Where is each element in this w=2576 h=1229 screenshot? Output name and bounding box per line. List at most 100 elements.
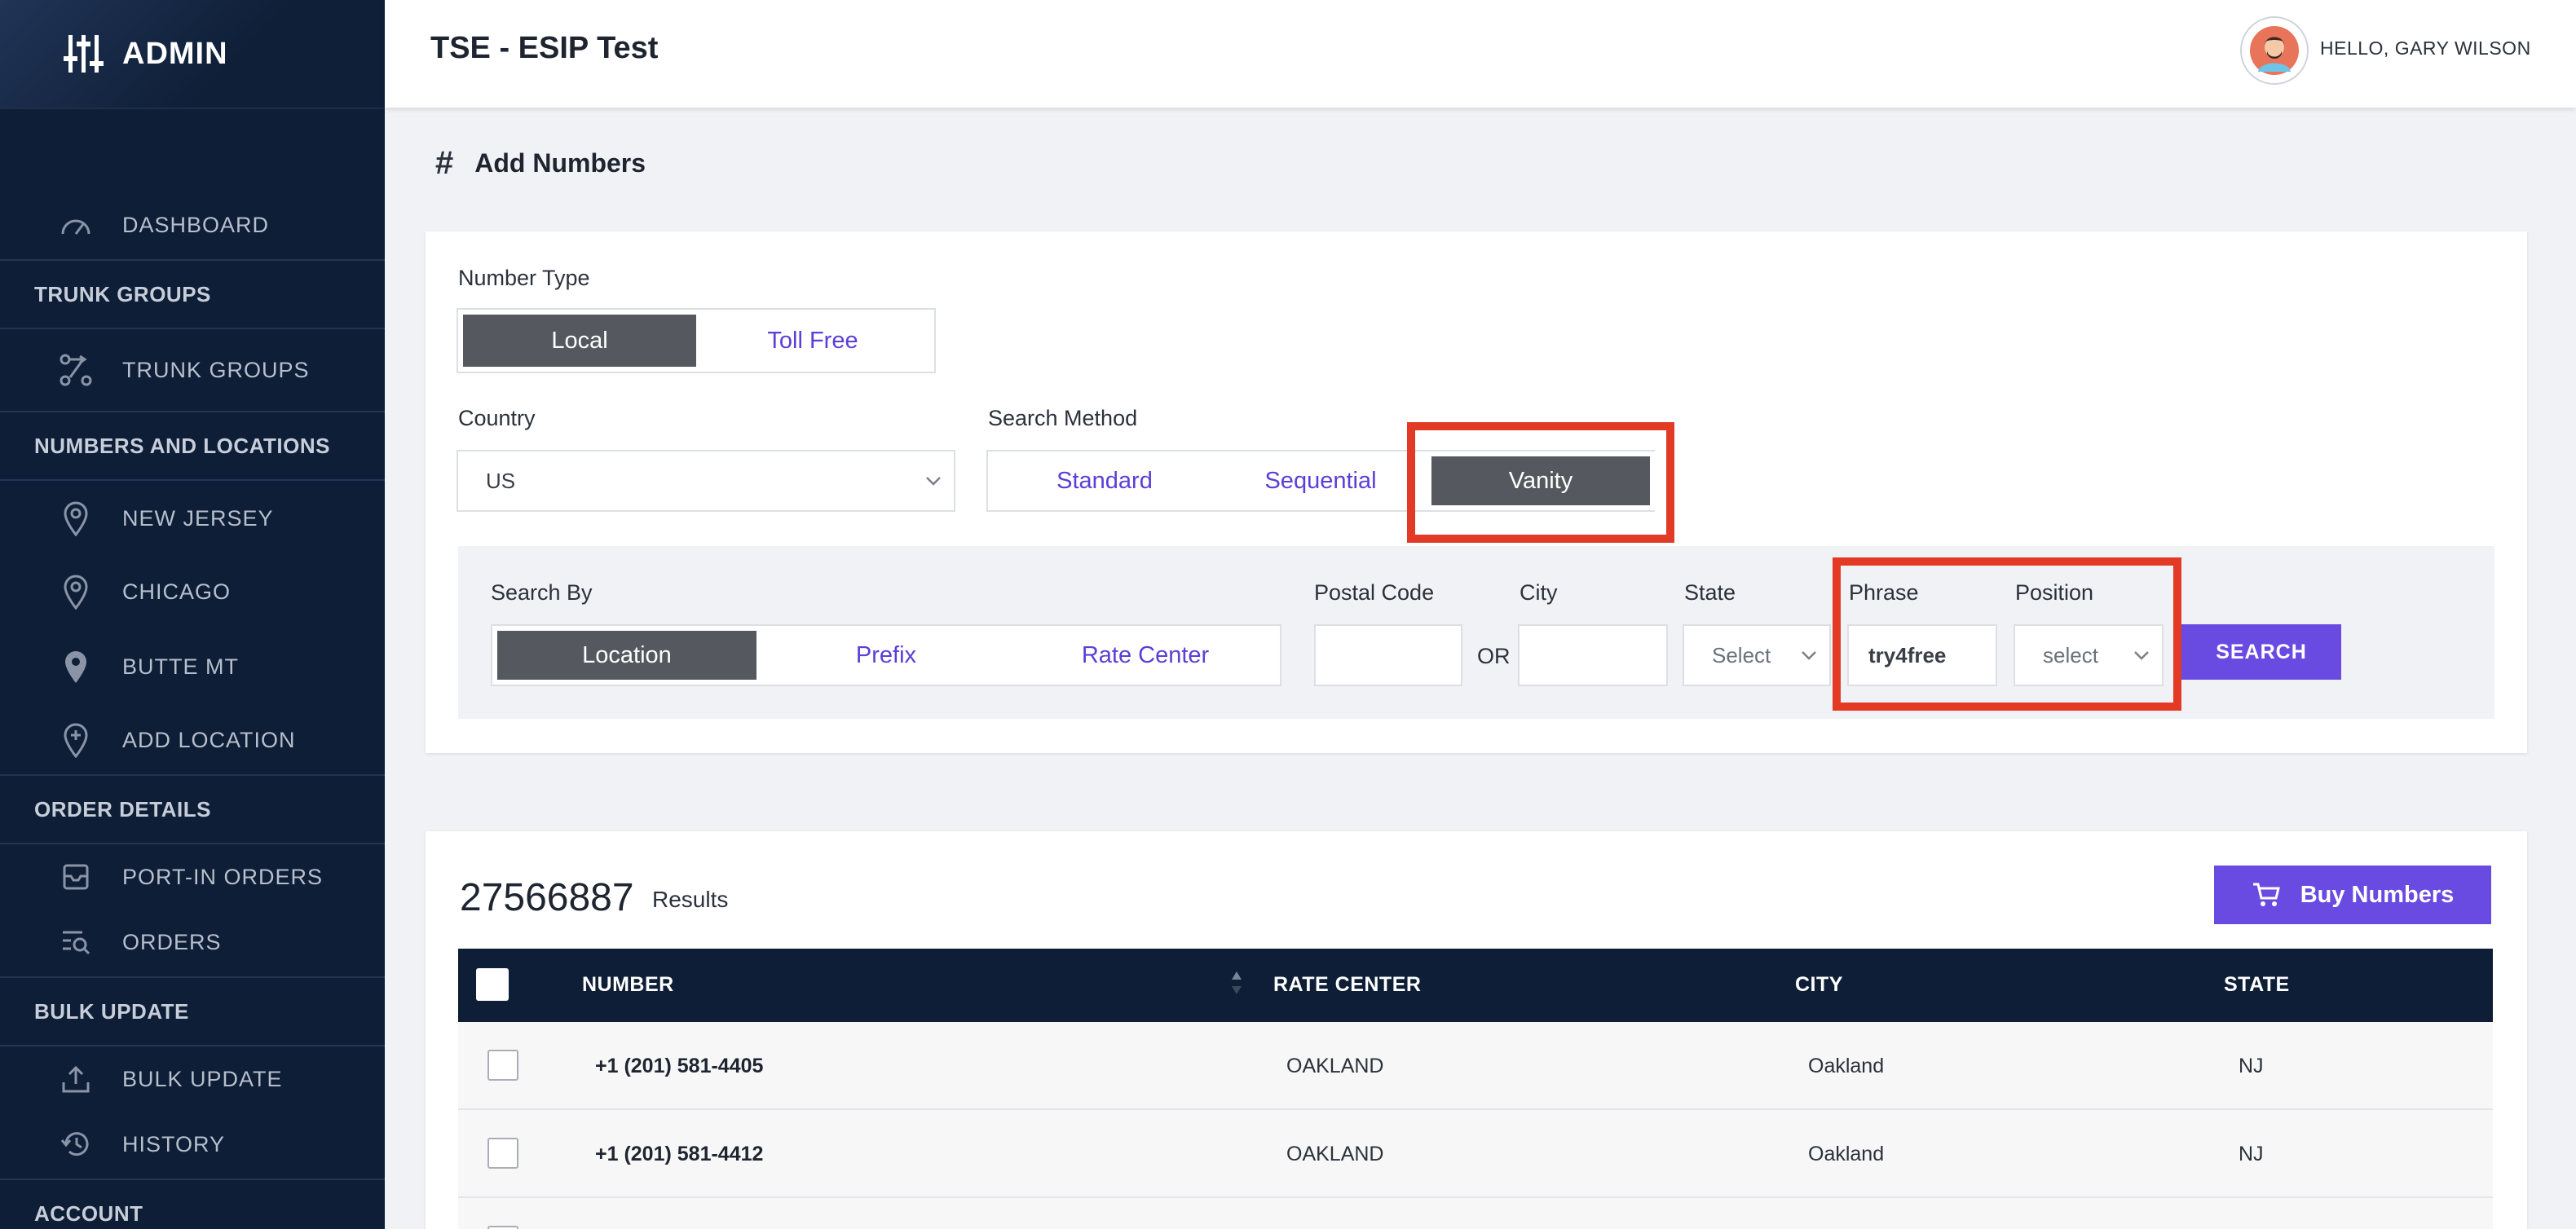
- gauge-icon: [57, 206, 95, 244]
- vanity-highlight-box: [1407, 422, 1674, 543]
- table-row: [458, 1198, 2493, 1229]
- state-value: Select: [1712, 642, 1771, 667]
- or-separator: OR: [1477, 644, 1511, 668]
- sidebar-item-label: TRUNK GROUPS: [122, 357, 310, 382]
- page-heading: # Add Numbers: [435, 145, 646, 182]
- number-type-toll-free[interactable]: Toll Free: [696, 315, 929, 367]
- phrase-position-highlight-box: [1833, 557, 2181, 711]
- select-all-checkbox[interactable]: [476, 968, 509, 1001]
- sidebar-item-label: ADD LOCATION: [122, 727, 296, 752]
- row-rate-center: OAKLAND: [1286, 1055, 1384, 1077]
- search-by-panel: Search By Location Prefix Rate Center Po…: [458, 546, 2494, 719]
- sidebar-item-bulk-update[interactable]: BULK UPDATE: [0, 1046, 385, 1112]
- sidebar-item-history[interactable]: HISTORY: [0, 1112, 385, 1177]
- number-type-label: Number Type: [458, 266, 590, 290]
- postal-code-label: Postal Code: [1314, 580, 1435, 605]
- search-by-toggle: Location Prefix Rate Center: [491, 624, 1281, 686]
- section-trunk-groups: TRUNK GROUPS: [0, 259, 385, 329]
- row-state: NJ: [2239, 1143, 2264, 1165]
- results-label: Results: [652, 887, 729, 912]
- sidebar-item-port-in-orders[interactable]: PORT-IN ORDERS: [0, 844, 385, 910]
- sidebar-item-orders[interactable]: ORDERS: [0, 910, 385, 975]
- search-form-card: Number Type Local Toll Free Country US S…: [426, 231, 2527, 753]
- search-by-location[interactable]: Location: [497, 631, 756, 680]
- add-location-icon: [57, 721, 95, 759]
- column-rate-center: RATE CENTER: [1273, 973, 1422, 996]
- sliders-icon: [64, 35, 104, 73]
- search-method-sequential[interactable]: Sequential: [1216, 456, 1425, 505]
- results-table-header: NUMBER RATE CENTER CITY STATE: [458, 949, 2493, 1022]
- sort-icon[interactable]: [1229, 968, 1244, 998]
- country-value: US: [486, 468, 516, 493]
- row-checkbox[interactable]: [487, 1226, 518, 1229]
- column-state: STATE: [2224, 973, 2290, 996]
- table-row: +1 (201) 581-4405 OAKLAND Oakland NJ: [458, 1022, 2493, 1110]
- table-row: +1 (201) 581-4412 OAKLAND Oakland NJ: [458, 1110, 2493, 1198]
- row-checkbox[interactable]: [487, 1138, 518, 1169]
- brand-name: ADMIN: [122, 36, 228, 71]
- sidebar-item-trunk-groups[interactable]: TRUNK GROUPS: [0, 337, 385, 403]
- inbox-icon: [57, 858, 95, 896]
- sidebar-item-label: CHICAGO: [122, 579, 232, 604]
- sidebar-item-label: BULK UPDATE: [122, 1066, 283, 1091]
- sidebar-item-label: HISTORY: [122, 1131, 226, 1156]
- results-card: 27566887 Results Buy Numbers NUMBER RATE…: [426, 831, 2527, 1229]
- user-avatar-icon: [2250, 26, 2299, 75]
- row-city: Oakland: [1808, 1055, 1885, 1077]
- map-pin-filled-icon: [57, 648, 95, 685]
- map-pin-icon: [57, 573, 95, 610]
- cart-icon: [2252, 883, 2280, 906]
- country-select[interactable]: US: [457, 450, 955, 512]
- chevron-down-icon: [926, 477, 941, 486]
- sidebar-item-dashboard[interactable]: DASHBOARD: [0, 192, 385, 258]
- sidebar-item-label: DASHBOARD: [122, 212, 270, 237]
- buy-numbers-button[interactable]: Buy Numbers: [2214, 866, 2491, 924]
- section-numbers-and-locations: NUMBERS AND LOCATIONS: [0, 411, 385, 481]
- page-title: Add Numbers: [474, 148, 646, 178]
- number-type-local[interactable]: Local: [463, 315, 696, 367]
- column-city: CITY: [1795, 973, 1843, 996]
- search-method-label: Search Method: [988, 406, 1138, 430]
- sidebar-item-new-jersey[interactable]: NEW JERSEY: [0, 486, 385, 551]
- row-city: Oakland: [1808, 1143, 1885, 1165]
- search-by-label: Search By: [491, 580, 593, 605]
- sidebar-item-chicago[interactable]: CHICAGO: [0, 559, 385, 624]
- route-icon: [57, 351, 95, 389]
- hash-icon: #: [435, 145, 454, 181]
- country-label: Country: [458, 406, 536, 430]
- sidebar-item-label: BUTTE MT: [122, 654, 239, 679]
- city-label: City: [1520, 580, 1558, 605]
- user-greeting: HELLO, GARY WILSON: [2320, 37, 2531, 59]
- account-title: TSE - ESIP Test: [430, 31, 659, 65]
- sidebar-brand[interactable]: ADMIN: [0, 0, 385, 109]
- results-count: 27566887: [460, 876, 634, 919]
- row-number: +1 (201) 581-4405: [595, 1055, 764, 1077]
- state-label: State: [1684, 580, 1736, 605]
- city-input[interactable]: [1518, 624, 1668, 686]
- sidebar-item-butte-mt[interactable]: BUTTE MT: [0, 634, 385, 699]
- row-state: NJ: [2239, 1055, 2264, 1077]
- state-select[interactable]: Select: [1683, 624, 1831, 686]
- number-type-toggle: Local Toll Free: [457, 308, 936, 373]
- sidebar-item-label: ORDERS: [122, 929, 222, 954]
- search-button[interactable]: SEARCH: [2181, 624, 2341, 680]
- search-by-prefix[interactable]: Prefix: [756, 631, 1016, 680]
- section-account: ACCOUNT: [0, 1178, 385, 1229]
- upload-icon: [57, 1060, 95, 1098]
- avatar[interactable]: [2240, 16, 2309, 85]
- section-order-details: ORDER DETAILS: [0, 774, 385, 844]
- column-number[interactable]: NUMBER: [582, 973, 674, 997]
- section-bulk-update: BULK UPDATE: [0, 976, 385, 1046]
- sidebar-item-label: PORT-IN ORDERS: [122, 864, 324, 889]
- postal-code-input[interactable]: [1314, 624, 1462, 686]
- map-pin-icon: [57, 500, 95, 537]
- search-method-standard[interactable]: Standard: [993, 456, 1216, 505]
- sidebar: ADMIN DASHBOARD TRUNK GROUPS TRUNK GROUP…: [0, 0, 385, 1229]
- buy-numbers-label: Buy Numbers: [2300, 881, 2455, 908]
- search-by-rate-center[interactable]: Rate Center: [1016, 631, 1275, 680]
- sidebar-item-add-location[interactable]: ADD LOCATION: [0, 707, 385, 773]
- sidebar-item-label: NEW JERSEY: [122, 505, 274, 531]
- list-search-icon: [57, 923, 95, 961]
- history-icon: [57, 1125, 95, 1163]
- row-checkbox[interactable]: [487, 1050, 518, 1081]
